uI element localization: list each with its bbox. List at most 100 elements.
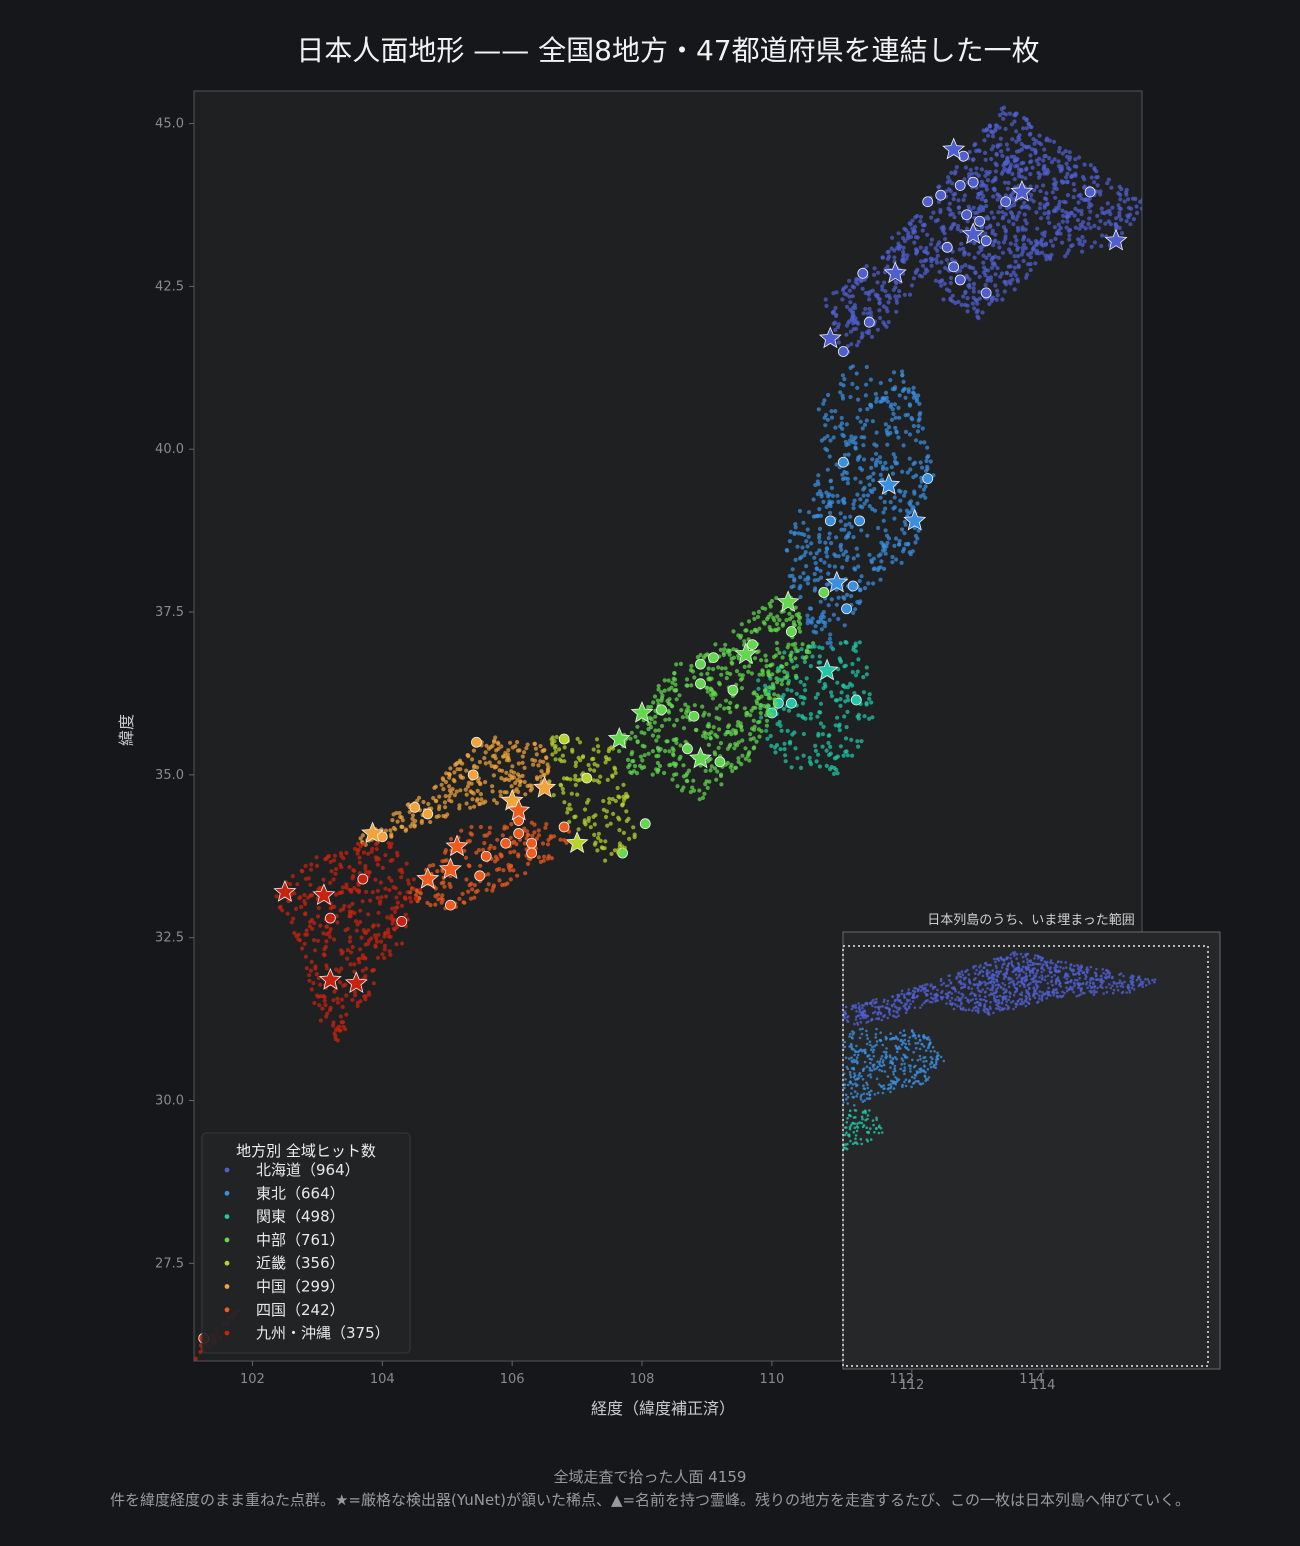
data-point: [816, 407, 821, 412]
data-point: [595, 848, 600, 853]
data-point: [844, 284, 849, 289]
inset-data-point: [991, 983, 994, 987]
data-point: [789, 688, 794, 693]
data-point: [995, 222, 1001, 227]
inset-data-point: [898, 999, 902, 1002]
data-point: [1068, 155, 1073, 160]
data-point: [912, 460, 918, 465]
data-point: [404, 861, 409, 866]
data-point: [882, 499, 887, 505]
data-point: [746, 619, 752, 624]
data-point: [833, 425, 838, 430]
data-point: [769, 712, 775, 718]
data-point: [833, 409, 838, 414]
data-point: [922, 249, 927, 254]
data-point: [790, 567, 795, 572]
inset-data-point: [899, 1067, 902, 1071]
data-point: [1124, 192, 1129, 197]
data-point: [983, 282, 988, 288]
data-point: [506, 865, 512, 870]
inset-data-point: [1001, 998, 1005, 1001]
data-point: [1138, 199, 1142, 204]
data-point: [795, 756, 800, 761]
data-point: [1135, 210, 1140, 215]
data-point: [997, 245, 1002, 250]
data-point: [792, 578, 797, 583]
data-point: [731, 629, 736, 634]
data-point: [763, 606, 768, 611]
data-point: [308, 919, 313, 925]
data-point: [442, 884, 447, 889]
data-point: [762, 621, 767, 626]
data-point: [491, 883, 497, 888]
highlight-point: [513, 828, 525, 839]
data-point: [834, 312, 839, 317]
data-point: [666, 687, 672, 692]
inset-data-point: [854, 1003, 857, 1007]
data-point: [448, 766, 453, 771]
data-point: [882, 397, 887, 402]
inset-data-point: [861, 1027, 864, 1031]
inset-data-point: [1022, 983, 1026, 987]
data-point: [763, 688, 768, 693]
highlight-point: [847, 580, 859, 592]
inset-data-point: [1046, 974, 1050, 977]
inset-data-point: [1110, 976, 1114, 980]
inset-data-point: [1032, 980, 1036, 983]
data-point: [902, 226, 907, 231]
data-point: [788, 657, 794, 662]
data-point: [829, 485, 835, 491]
data-point: [743, 746, 748, 751]
data-point: [731, 728, 736, 733]
data-point: [786, 708, 792, 713]
data-point: [1088, 163, 1093, 168]
data-point: [318, 982, 323, 987]
data-point: [823, 423, 828, 428]
data-point: [770, 682, 775, 687]
data-point: [831, 612, 837, 617]
data-point: [989, 156, 994, 162]
inset-data-point: [907, 991, 910, 994]
data-point: [335, 920, 340, 925]
data-point: [857, 640, 862, 645]
inset-data-point: [1033, 957, 1036, 960]
data-point: [805, 527, 810, 532]
data-point: [616, 847, 621, 853]
inset-data-point: [1063, 991, 1066, 995]
data-point: [1024, 272, 1030, 277]
data-point: [497, 760, 502, 765]
data-point: [929, 263, 934, 268]
inset-data-point: [971, 1009, 974, 1012]
data-point: [728, 765, 733, 770]
inset-data-point: [1027, 1002, 1031, 1005]
data-point: [447, 784, 452, 789]
inset-data-point: [880, 1018, 884, 1022]
data-point: [311, 981, 316, 986]
data-point: [657, 763, 663, 769]
data-point: [1036, 140, 1042, 145]
data-point: [939, 260, 944, 265]
data-point: [516, 854, 521, 859]
data-point: [1021, 258, 1026, 264]
data-point: [798, 694, 803, 700]
inset-data-point: [899, 1031, 902, 1035]
data-point: [856, 712, 862, 718]
data-point: [881, 542, 886, 547]
data-point: [808, 664, 813, 669]
inset-data-point: [960, 986, 963, 990]
data-point: [1110, 205, 1115, 210]
data-point: [332, 858, 337, 863]
data-point: [798, 679, 803, 685]
inset-data-point: [862, 1004, 865, 1007]
inset-data-point: [1031, 994, 1035, 997]
data-point: [1003, 212, 1008, 217]
inset-data-point: [882, 1084, 885, 1087]
data-point: [689, 683, 694, 688]
data-point: [504, 770, 509, 775]
data-point: [930, 257, 935, 262]
y-axis: 27.530.032.535.037.540.042.545.0: [155, 117, 194, 1271]
data-point: [850, 661, 855, 667]
data-point: [823, 540, 828, 545]
inset-data-point: [1025, 1000, 1029, 1004]
highlight-point: [747, 639, 758, 650]
